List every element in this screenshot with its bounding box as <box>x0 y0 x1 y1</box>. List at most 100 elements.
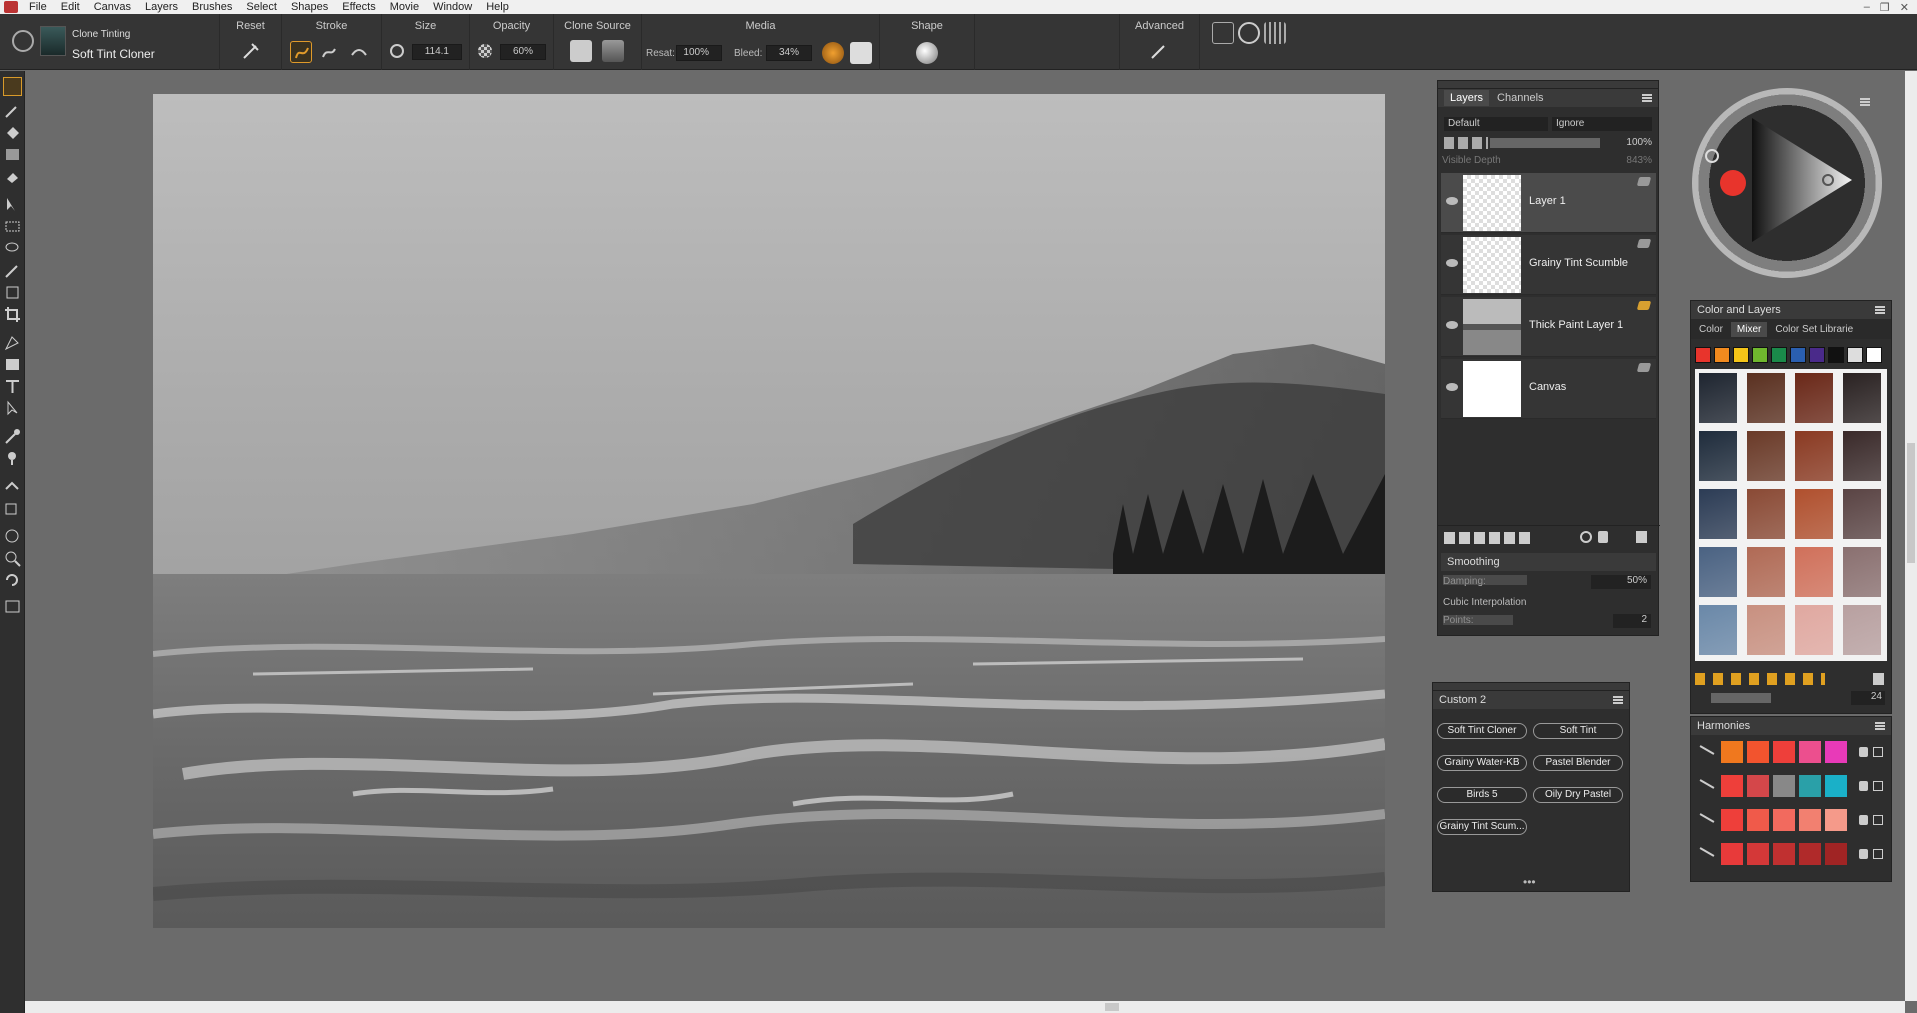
mixer-paint-swatch[interactable] <box>1843 489 1881 539</box>
gradient-tool-icon[interactable] <box>3 145 22 164</box>
horizontal-scroll-thumb[interactable] <box>1105 1003 1119 1011</box>
oily-dry-pastel-button[interactable]: Oily Dry Pastel <box>1533 787 1623 803</box>
panel-more-icon[interactable]: ••• <box>1523 876 1536 888</box>
harmony-color-swatch[interactable] <box>1799 843 1821 865</box>
rubber-stamp-icon[interactable] <box>3 449 22 468</box>
mixer-paint-swatch[interactable] <box>1747 605 1785 655</box>
menu-file[interactable]: File <box>22 0 54 14</box>
brush-selector[interactable]: Clone Tinting Soft Tint Cloner <box>0 14 220 70</box>
layers-panel-grip[interactable] <box>1438 81 1658 89</box>
damping-value[interactable]: 50% <box>1591 575 1651 589</box>
mixer-color-swatch[interactable] <box>1752 347 1768 363</box>
mixer-paint-swatch[interactable] <box>1699 489 1737 539</box>
grid-icon[interactable] <box>1264 22 1286 44</box>
mixer-paint-swatch[interactable] <box>1795 489 1833 539</box>
layer-opacity-slider[interactable] <box>1490 138 1600 148</box>
harmony-color-swatch[interactable] <box>1747 843 1769 865</box>
lasso-icon[interactable] <box>3 239 22 258</box>
trash-icon[interactable] <box>1636 531 1647 543</box>
dodge-icon[interactable] <box>3 477 22 496</box>
harmony-color-swatch[interactable] <box>1721 741 1743 763</box>
harmony-color-swatch[interactable] <box>1721 775 1743 797</box>
mixer-paint-swatch[interactable] <box>1747 431 1785 481</box>
points-value[interactable]: 2 <box>1613 614 1651 628</box>
preserve-select[interactable]: Ignore <box>1552 117 1652 131</box>
eraser-tool-icon[interactable] <box>3 167 22 186</box>
mixer-color-swatch[interactable] <box>1714 347 1730 363</box>
mixer-paint-swatch[interactable] <box>1699 547 1737 597</box>
harmony-apply-icon[interactable] <box>1873 747 1883 757</box>
minimize-icon[interactable]: – <box>1864 1 1870 14</box>
eye-icon[interactable] <box>1446 321 1458 329</box>
brush-variant-thumb[interactable] <box>40 26 66 56</box>
grabber-icon[interactable] <box>3 527 22 546</box>
freehand-stroke-icon[interactable] <box>290 41 312 63</box>
advanced-brush-icon[interactable] <box>1148 40 1170 62</box>
custom-panel-grip[interactable] <box>1433 683 1629 691</box>
harmony-color-swatch[interactable] <box>1799 809 1821 831</box>
dab-preview-icon[interactable] <box>1238 22 1260 44</box>
layer-lock-icons[interactable] <box>1444 137 1488 149</box>
media-brush-icon[interactable] <box>850 42 872 64</box>
harmony-apply-icon[interactable] <box>1873 815 1883 825</box>
size-field[interactable]: 114.1 <box>412 44 462 60</box>
harmony-color-swatch[interactable] <box>1825 741 1847 763</box>
mixer-color-swatch[interactable] <box>1809 347 1825 363</box>
menu-select[interactable]: Select <box>239 0 284 14</box>
mixer-paint-swatch[interactable] <box>1699 431 1737 481</box>
harmony-color-swatch[interactable] <box>1825 775 1847 797</box>
harmony-color-swatch[interactable] <box>1799 775 1821 797</box>
harmony-color-swatch[interactable] <box>1773 775 1795 797</box>
magnifier-icon[interactable] <box>3 549 22 568</box>
opacity-field[interactable]: 60% <box>500 44 546 60</box>
harmony-apply-icon[interactable] <box>1873 849 1883 859</box>
harmony-color-swatch[interactable] <box>1747 741 1769 763</box>
mixer-color-swatch[interactable] <box>1847 347 1863 363</box>
mixer-paint-swatch[interactable] <box>1843 373 1881 423</box>
menu-effects[interactable]: Effects <box>335 0 382 14</box>
harmony-color-swatch[interactable] <box>1773 843 1795 865</box>
harmony-color-swatch[interactable] <box>1721 809 1743 831</box>
menu-help[interactable]: Help <box>479 0 516 14</box>
clone-source-icon[interactable] <box>570 40 592 62</box>
harmony-color-swatch[interactable] <box>1721 843 1743 865</box>
mixer-paint-swatch[interactable] <box>1699 605 1737 655</box>
cloner-tool-icon[interactable] <box>3 427 22 446</box>
mixer-color-swatch[interactable] <box>1828 347 1844 363</box>
layer-opacity-value[interactable]: 100% <box>1604 137 1652 148</box>
grainy-tint-scumble-button[interactable]: Grainy Tint Scum... <box>1437 819 1527 835</box>
mixer-paint-swatch[interactable] <box>1843 605 1881 655</box>
eye-icon[interactable] <box>1446 197 1458 205</box>
harmony-color-swatch[interactable] <box>1825 843 1847 865</box>
lock-icon[interactable] <box>1598 531 1608 543</box>
shape-select-icon[interactable] <box>3 399 22 418</box>
harmony-lock-icon[interactable] <box>1859 815 1868 825</box>
resat-field[interactable]: 100% <box>676 45 722 61</box>
navigator-icon[interactable] <box>3 597 22 616</box>
crop-icon[interactable] <box>3 305 22 324</box>
menu-window[interactable]: Window <box>426 0 479 14</box>
points-slider[interactable] <box>1443 615 1513 625</box>
grainy-water-button[interactable]: Grainy Water-KB <box>1437 755 1527 771</box>
layer-mask-icon[interactable] <box>1580 531 1592 543</box>
shape-tool-icon[interactable] <box>3 355 22 374</box>
soft-tint-cloner-button[interactable]: Soft Tint Cloner <box>1437 723 1527 739</box>
mixer-color-swatch[interactable] <box>1695 347 1711 363</box>
mixer-paint-swatch[interactable] <box>1747 489 1785 539</box>
shape-dab-icon[interactable] <box>916 42 938 64</box>
mixer-tool-icons[interactable] <box>1695 673 1825 685</box>
damping-slider[interactable] <box>1443 575 1527 585</box>
harmony-type-icon[interactable] <box>1699 847 1715 857</box>
brush-calibration-icon[interactable] <box>1212 22 1234 44</box>
tab-layers[interactable]: Layers <box>1444 90 1490 106</box>
tab-color[interactable]: Color <box>1693 322 1729 337</box>
magic-wand-icon[interactable] <box>3 261 22 280</box>
harmony-type-icon[interactable] <box>1699 745 1715 755</box>
vertical-scroll-thumb[interactable] <box>1907 443 1915 563</box>
transform-icon[interactable] <box>3 283 22 302</box>
eye-icon[interactable] <box>1446 259 1458 267</box>
mixer-brush-size-value[interactable]: 24 <box>1851 691 1885 705</box>
mixer-paint-swatch[interactable] <box>1843 431 1881 481</box>
harmony-type-icon[interactable] <box>1699 779 1715 789</box>
harmony-lock-icon[interactable] <box>1859 849 1868 859</box>
